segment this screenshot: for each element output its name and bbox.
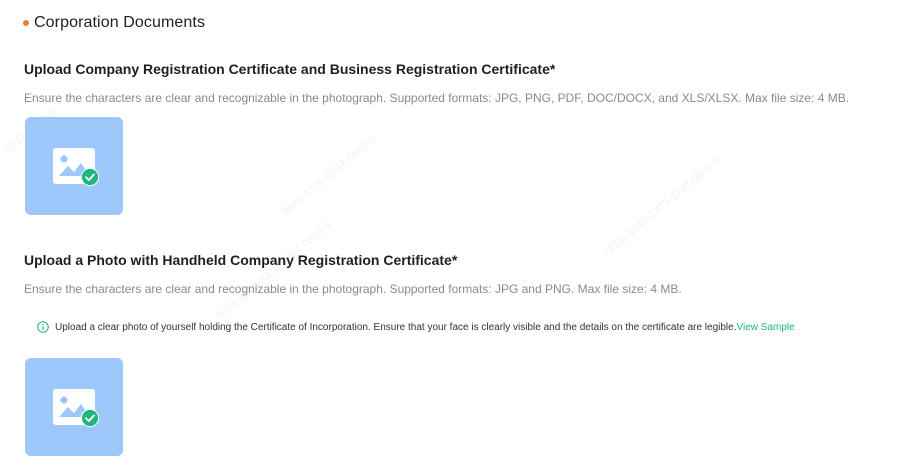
field-hint-registration-certificate: Ensure the characters are clear and reco… xyxy=(24,91,850,105)
section-bullet-icon xyxy=(23,20,29,26)
field-hint-handheld-photo: Ensure the characters are clear and reco… xyxy=(24,282,682,296)
field-title-handheld-photo: Upload a Photo with Handheld Company Reg… xyxy=(24,252,458,268)
field-title-registration-certificate: Upload Company Registration Certificate … xyxy=(24,61,556,77)
check-circle-icon xyxy=(81,168,99,186)
upload-tile-registration-certificate[interactable] xyxy=(25,117,123,215)
upload-tile-handheld-photo[interactable] xyxy=(25,358,123,456)
section-header: Corporation Documents xyxy=(23,12,205,34)
watermark: 3849-3379-9797-0882-6 xyxy=(280,133,379,219)
watermark: 0086-3849-3379-9797-0882-6 xyxy=(213,219,334,323)
notice-text: Upload a clear photo of yourself holding… xyxy=(55,321,737,333)
corporation-documents-page: 9797-0882-6 3849-3379-9797-0882-6 0086-3… xyxy=(0,0,918,475)
handheld-photo-notice: Upload a clear photo of yourself holding… xyxy=(37,319,795,335)
watermark: 0086-3849-3379-9797-0882-6 xyxy=(603,154,724,258)
view-sample-link[interactable]: View Sample xyxy=(737,322,795,333)
info-circle-icon xyxy=(37,321,49,333)
section-title: Corporation Documents xyxy=(34,14,206,31)
check-circle-icon xyxy=(81,409,99,427)
